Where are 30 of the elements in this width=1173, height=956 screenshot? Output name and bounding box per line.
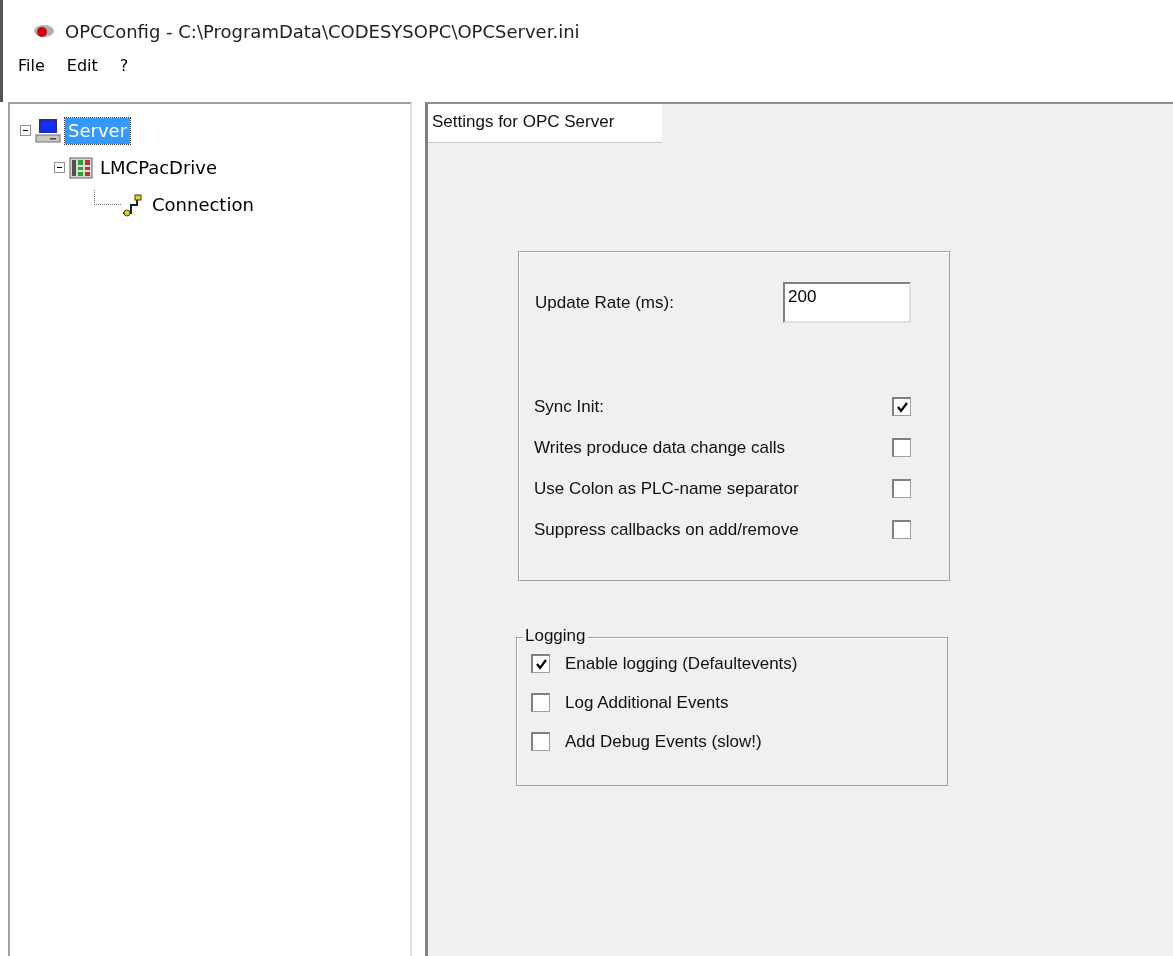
- window-title: OPCConfig - C:\ProgramData\CODESYSOPC\OPCServer.ini: [65, 20, 580, 42]
- checkbox[interactable]: [531, 693, 550, 712]
- field-label: Update Rate (ms):: [534, 292, 674, 313]
- collapse-toggle[interactable]: [20, 125, 31, 136]
- checkbox-label: Enable logging (Defaultevents): [565, 653, 798, 674]
- checkbox-label: Writes produce data change calls: [534, 437, 786, 458]
- panel-header: Settings for OPC Server: [428, 104, 662, 143]
- checkbox[interactable]: [892, 438, 911, 457]
- checkbox-label: Sync Init:: [534, 396, 604, 417]
- computer-icon: [35, 117, 61, 144]
- checkbox[interactable]: [892, 520, 911, 539]
- collapse-toggle[interactable]: [54, 162, 65, 173]
- menu-item[interactable]: ?: [116, 55, 132, 76]
- checkbox-label: Add Debug Events (slow!): [565, 731, 762, 752]
- checkbox-label: Use Colon as PLC-name separator: [534, 478, 799, 499]
- tree-item[interactable]: LMCPacDrive: [97, 154, 221, 181]
- checkbox[interactable]: [892, 479, 911, 498]
- checkbox[interactable]: [531, 732, 550, 751]
- app-icon: [33, 23, 55, 39]
- input-field[interactable]: 200: [783, 282, 911, 323]
- module-rack-icon: [69, 156, 93, 179]
- checkbox-label: Suppress callbacks on add/remove: [534, 519, 799, 540]
- checkbox-label: Log Additional Events: [565, 692, 729, 713]
- tree-item[interactable]: Connection: [149, 191, 257, 218]
- checkbox[interactable]: [892, 397, 911, 416]
- checkbox[interactable]: [531, 654, 550, 673]
- plug-connector-icon: [121, 192, 145, 217]
- group-title: Logging: [523, 626, 588, 646]
- menu-item[interactable]: File: [15, 55, 48, 76]
- menu-item[interactable]: Edit: [63, 55, 101, 76]
